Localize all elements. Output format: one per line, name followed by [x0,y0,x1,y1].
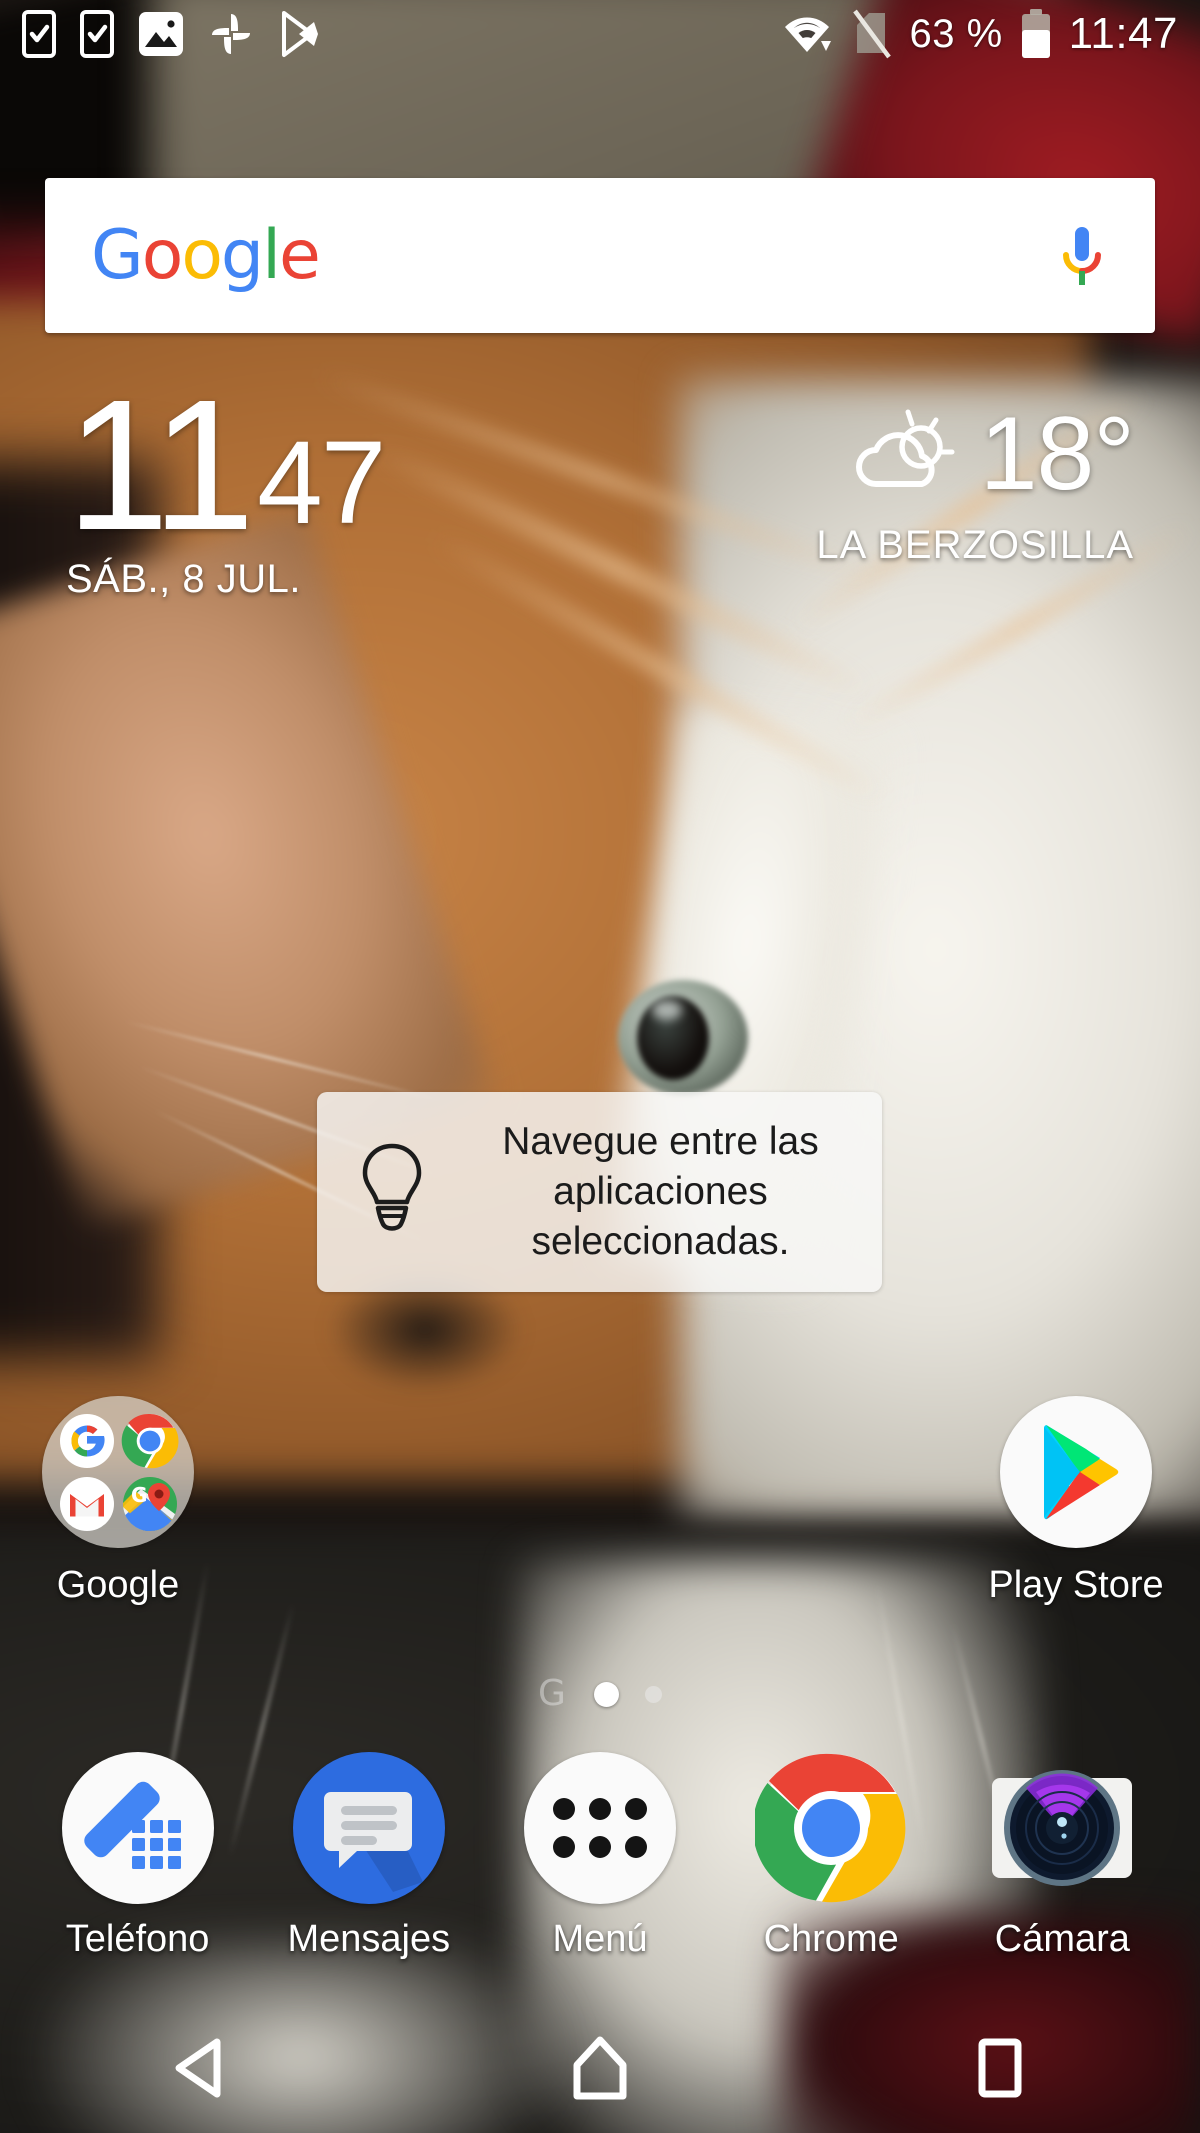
clock-date: SÁB., 8 JUL. [66,556,301,601]
app-drawer-dots-icon [523,1752,676,1904]
maps-icon: G [121,1475,179,1533]
dock-label: Teléfono [65,1918,210,1960]
wifi-icon [781,12,833,56]
chrome-app[interactable]: Chrome [731,1752,931,1961]
camera-app[interactable]: Cámara [962,1752,1162,1961]
folder-preview: G [42,1396,194,1548]
chrome-icon [121,1412,179,1470]
google-photos-icon [208,10,254,58]
clock-hour: 11 [66,362,255,569]
google-feed-glyph[interactable]: G [538,1676,566,1712]
google-logo-letter-l: l [262,215,281,295]
status-bar-notifications[interactable] [22,10,322,58]
google-logo-letter-g: G [91,215,144,295]
phone-app[interactable]: Teléfono [38,1752,238,1961]
lightbulb-icon [317,1140,467,1244]
page-dot-active[interactable] [593,1681,619,1707]
dock-label: Cámara [994,1918,1130,1960]
google-search-widget[interactable]: G o o g l e [45,178,1155,333]
message-bubble-icon [292,1752,445,1904]
google-logo[interactable]: G o o g l e [91,215,321,295]
home-button[interactable] [510,2008,690,2133]
page-dot-2[interactable] [644,1685,662,1703]
partly-cloudy-icon [852,406,960,503]
play-store-app[interactable]: Play Store [966,1396,1186,1607]
clock-weather-widget[interactable]: 11 47 SÁB., 8 JUL. 18° LA BERZOSILLA [0,362,1200,650]
google-folder[interactable]: G Google [8,1396,228,1607]
dock-label: Menú [552,1918,648,1960]
status-bar-system[interactable]: 63 % 11:47 [781,8,1178,60]
back-triangle-icon [171,2037,229,2104]
chrome-icon [752,1752,907,1904]
tip-card[interactable]: Navegue entre las aplicaciones seleccion… [317,1092,882,1292]
photo-image-icon [138,11,184,57]
weather-city: LA BERZOSILLA [816,523,1134,567]
app-drawer[interactable]: Menú [500,1752,700,1961]
dock: Teléfono Mensajes Menú Chrome Cámara [0,1752,1200,2002]
dock-label: Mensajes [287,1918,451,1960]
microphone-icon[interactable] [1055,223,1109,289]
phone-dialpad-icon [61,1752,214,1904]
recents-square-icon [974,2037,1026,2104]
weather-widget[interactable]: 18° LA BERZOSILLA [816,390,1135,568]
tip-text: Navegue entre las aplicaciones seleccion… [502,1120,819,1263]
google-g-icon [58,1412,116,1470]
app-label: Google [56,1564,180,1606]
camera-lens-icon [986,1752,1138,1904]
task-checkbox-icon-2 [80,10,114,58]
back-button[interactable] [110,2008,290,2133]
weather-temperature: 18° [979,395,1135,512]
recents-button[interactable] [910,2008,1090,2133]
task-checkbox-icon [22,10,56,58]
page-indicator[interactable]: G [0,1676,1200,1712]
navigation-bar [0,2008,1200,2133]
clock-minute: 47 [257,417,386,549]
home-app-row: G Google Play Store [0,1396,1200,1646]
clock-widget[interactable]: 11 47 SÁB., 8 JUL. [66,362,386,602]
google-logo-letter-g2: g [220,215,264,295]
home-pentagon-icon [569,2035,631,2106]
battery-percent-label: 63 % [909,11,1003,56]
messages-app[interactable]: Mensajes [269,1752,469,1961]
play-store-icon [278,10,322,58]
google-logo-letter-o1: o [141,215,184,295]
no-sim-icon [849,9,893,59]
google-logo-letter-o2: o [181,215,223,295]
dock-label: Chrome [763,1918,899,1960]
android-home-screen: 63 % 11:47 G o o g l e 11 47 SÁB., 8 JUL… [0,0,1200,2133]
status-bar-clock: 11:47 [1068,9,1178,58]
gmail-icon [58,1475,116,1533]
play-store-icon [1000,1396,1152,1548]
svg-text:G: G [131,1483,147,1507]
google-logo-letter-e: e [279,215,321,295]
app-label: Play Store [988,1564,1164,1606]
status-bar[interactable]: 63 % 11:47 [0,0,1200,68]
battery-icon [1019,8,1053,60]
